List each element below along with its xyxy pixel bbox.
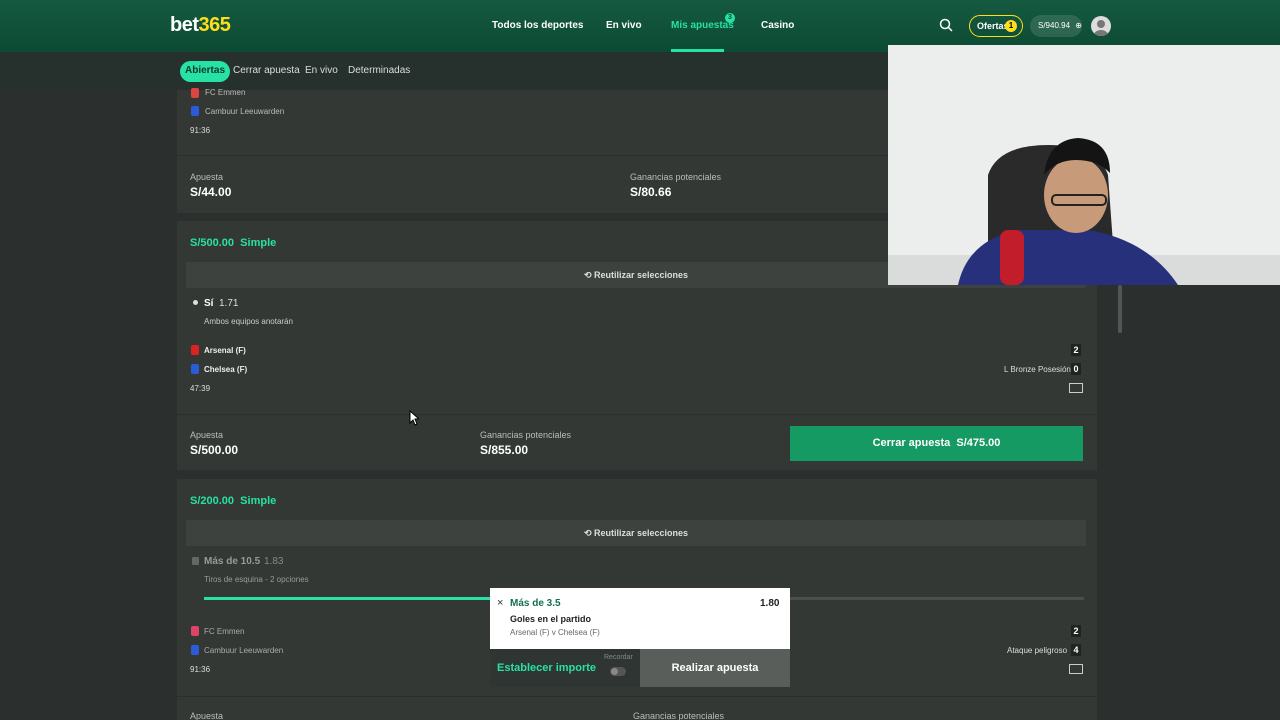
balance-value: S/940.94 (1038, 21, 1071, 30)
add-funds-icon: ⊕ (1075, 21, 1082, 30)
balance-button[interactable]: S/940.94 ⊕ (1030, 15, 1082, 37)
winnings-label: Ganancias potenciales (630, 172, 722, 182)
remember-toggle[interactable] (610, 667, 626, 676)
close-icon[interactable]: × (497, 597, 503, 609)
streamer-video-image (888, 45, 1280, 285)
team-name: FC Emmen (205, 88, 246, 97)
match-status: L Bronze Posesión (1004, 365, 1071, 374)
nav-my-bets[interactable]: Mis apuestas (671, 20, 734, 31)
winnings-value: S/80.66 (630, 185, 672, 199)
team-shirt-icon (191, 364, 199, 374)
team-name: Cambuur Leeuwarden (205, 107, 285, 116)
betslip-selection: × Más de 3.5 1.80 Goles en el partido Ar… (490, 588, 790, 649)
winnings-value: S/855.00 (480, 443, 529, 457)
bet365-logo[interactable]: bet365 (170, 14, 231, 37)
lock-icon (192, 557, 199, 565)
stake-label: Apuesta (190, 430, 224, 440)
bet-progress-fill (204, 597, 494, 600)
winnings-label: Ganancias potenciales (480, 430, 572, 440)
market-name: Tiros de esquina - 2 opciones (204, 575, 309, 584)
webcam-overlay (888, 45, 1280, 285)
search-icon[interactable] (939, 18, 953, 32)
score-away: 4 (1071, 644, 1081, 656)
refresh-icon: ⟲ (583, 270, 592, 280)
nav-all-sports[interactable]: Todos los deportes (492, 20, 584, 31)
place-bet-button[interactable]: Realizar apuesta (640, 649, 790, 687)
refresh-icon: ⟲ (583, 528, 592, 538)
bet-title: S/500.00 Simple (190, 237, 277, 249)
bet-title: S/200.00 Simple (190, 495, 277, 507)
nav-live[interactable]: En vivo (606, 20, 642, 31)
nav-casino[interactable]: Casino (761, 20, 794, 31)
stake-value: S/44.00 (190, 185, 232, 199)
mouse-cursor-icon (409, 410, 419, 426)
team-shirt-icon (191, 106, 199, 116)
stake-label: Apuesta (190, 711, 224, 720)
betslip-odds: 1.80 (760, 598, 780, 609)
offers-label: Ofertas (977, 21, 1009, 31)
stake-label: Apuesta (190, 172, 224, 182)
match-clock: 47:39 (190, 384, 211, 393)
team-name: Cambuur Leeuwarden (204, 646, 284, 655)
winnings-label: Ganancias potenciales (633, 711, 725, 720)
betslip-event: Arsenal (F) v Chelsea (F) (510, 628, 600, 637)
remember-label: Recordar (604, 654, 633, 661)
offers-count-badge: 1 (1005, 20, 1017, 32)
match-clock: 91:36 (190, 665, 211, 674)
stake-value: S/500.00 (190, 443, 239, 457)
tab-cash-out[interactable]: Cerrar apuesta (233, 61, 300, 82)
reuse-selections-button[interactable]: ⟲ Reutilizar selecciones (186, 520, 1086, 546)
team-name: Arsenal (F) (204, 346, 246, 355)
market-name: Ambos equipos anotarán (204, 317, 293, 326)
my-bets-count-badge: 3 (725, 13, 735, 23)
match-status: Ataque peligroso (1007, 646, 1068, 655)
selection-odds: 1.71 (219, 298, 239, 309)
selection-odds: 1.83 (264, 556, 284, 567)
tab-settled[interactable]: Determinadas (348, 61, 410, 82)
selection-name: Sí (204, 298, 214, 309)
account-avatar-icon[interactable] (1091, 16, 1111, 36)
score-home: 2 (1071, 344, 1081, 356)
team-name: Chelsea (F) (204, 365, 248, 374)
team-shirt-icon (191, 626, 199, 636)
betslip-selection-name: Más de 3.5 (510, 598, 561, 609)
betslip-market: Goles en el partido (510, 614, 592, 624)
scrollbar-thumb[interactable] (1118, 285, 1122, 333)
set-stake-button[interactable]: Establecer importe (497, 662, 596, 674)
betslip-popup: × Más de 3.5 1.80 Goles en el partido Ar… (490, 588, 790, 687)
team-shirt-icon (191, 645, 199, 655)
tab-live[interactable]: En vivo (305, 61, 338, 82)
selection-name: Más de 10.5 (204, 556, 261, 567)
tab-open-bets[interactable]: Abiertas (180, 61, 231, 82)
cash-out-button[interactable]: Cerrar apuesta S/475.00 (790, 426, 1083, 461)
team-shirt-icon (191, 345, 199, 355)
score-home: 2 (1071, 625, 1081, 637)
team-name: FC Emmen (204, 627, 245, 636)
selection-dot-icon (193, 300, 198, 305)
pitch-icon[interactable] (1069, 383, 1083, 393)
offers-button[interactable]: Ofertas 1 (969, 15, 1023, 37)
team-shirt-icon (191, 88, 199, 98)
pitch-icon[interactable] (1069, 664, 1083, 674)
score-away: 0 (1071, 363, 1081, 375)
match-clock: 91:36 (190, 126, 211, 135)
